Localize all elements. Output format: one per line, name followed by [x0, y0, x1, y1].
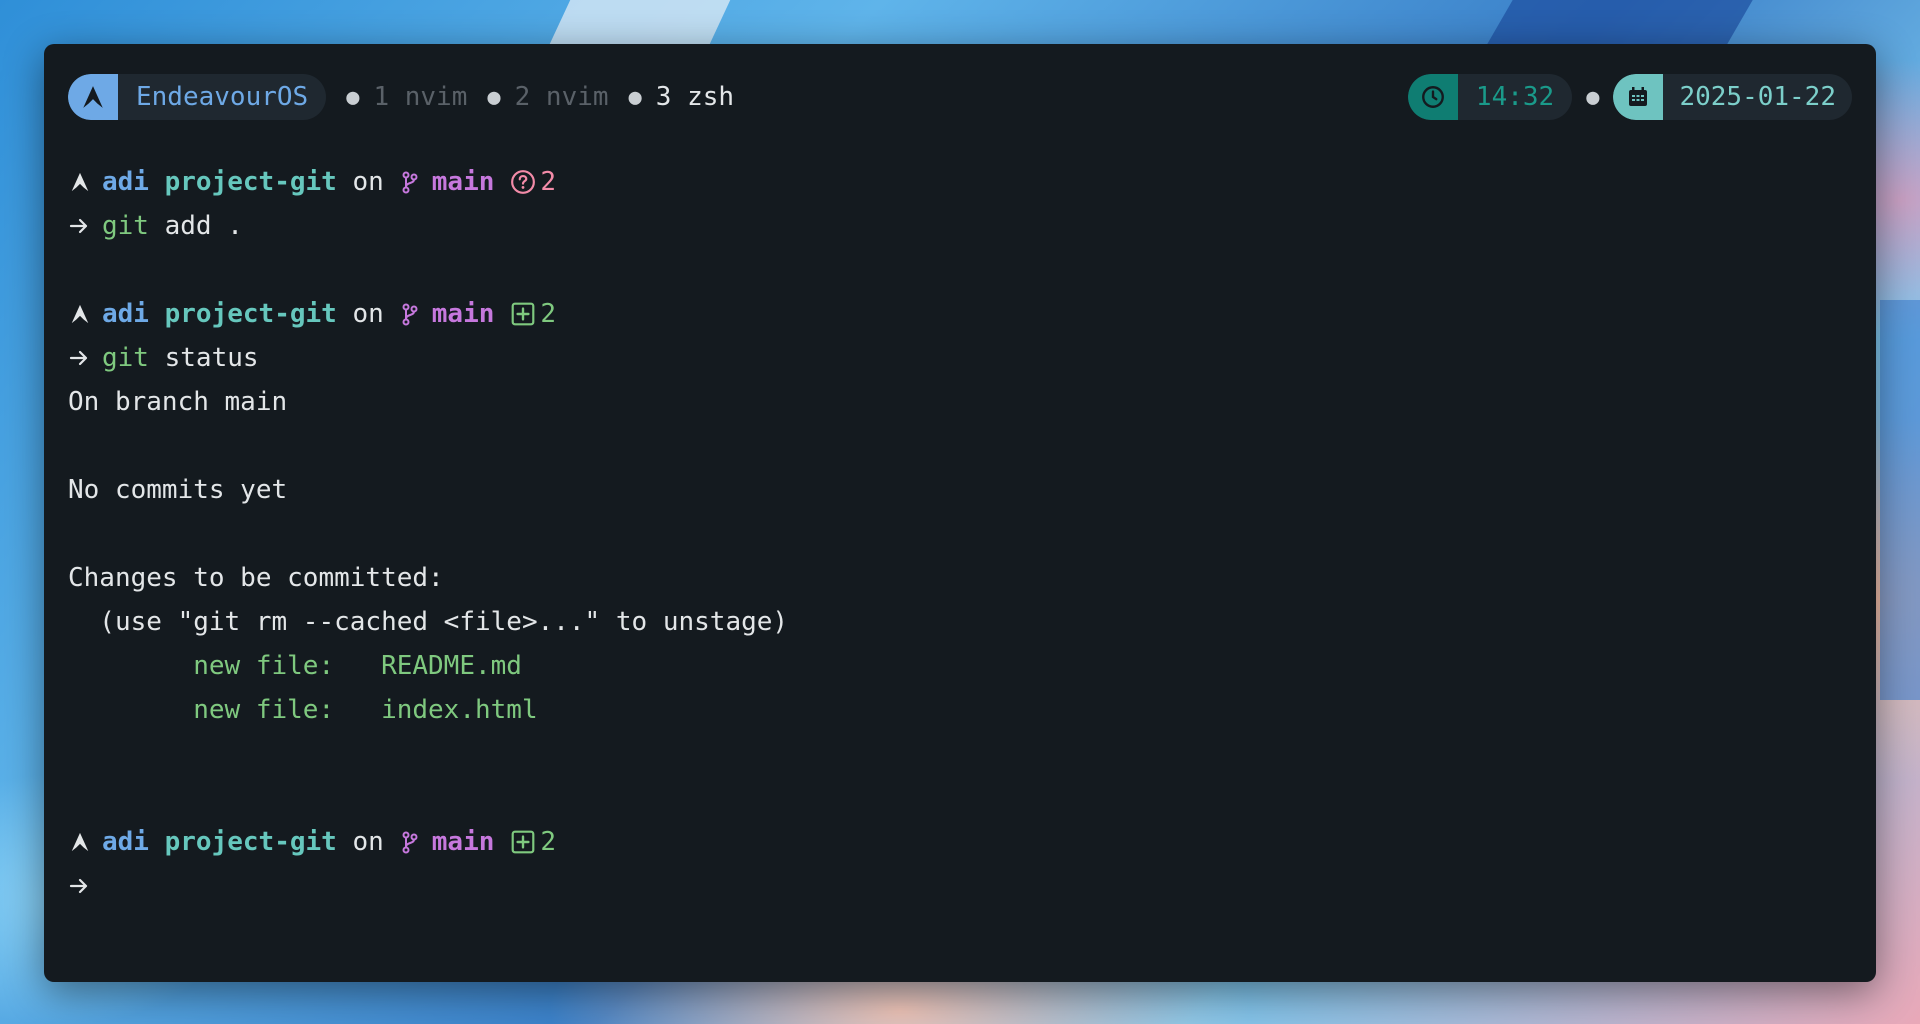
date-text: 2025-01-22	[1679, 82, 1836, 112]
arch-logo-icon	[68, 829, 92, 855]
output-line: On branch main	[68, 387, 288, 417]
command-input-line[interactable]	[68, 864, 1852, 908]
status-bar: EndeavourOS ● 1 nvim ● 2 nvim ● 3 zsh 14…	[68, 74, 1852, 120]
prompt-on: on	[352, 299, 384, 329]
command-name: git	[102, 211, 149, 241]
clock-widget[interactable]: 14:32	[1407, 74, 1573, 120]
prompt-line: adi project-git on main 2	[68, 160, 1852, 204]
workspace-3[interactable]: 3 zsh	[656, 82, 734, 112]
staged-count: 2	[540, 299, 557, 329]
command-name: git	[102, 343, 149, 373]
status-bar-left: EndeavourOS ● 1 nvim ● 2 nvim ● 3 zsh	[68, 74, 734, 120]
wallpaper-stripe	[1880, 300, 1920, 700]
arrow-right-icon	[68, 873, 90, 899]
prompt-user: adi	[102, 167, 149, 197]
prompt-line: adi project-git on main 2	[68, 820, 1852, 864]
plus-square-icon	[510, 829, 536, 855]
separator-dot: ●	[346, 84, 360, 110]
arch-logo-icon	[68, 74, 118, 120]
question-circle-icon	[510, 169, 536, 195]
git-branch-icon	[400, 301, 420, 327]
terminal-window[interactable]: EndeavourOS ● 1 nvim ● 2 nvim ● 3 zsh 14…	[44, 44, 1876, 982]
prompt-on: on	[352, 827, 384, 857]
arrow-right-icon	[68, 345, 90, 371]
command-line: git add .	[68, 204, 1852, 248]
prompt-branch: main	[431, 167, 495, 197]
separator-dot: ●	[487, 84, 501, 110]
calendar-icon	[1613, 74, 1664, 120]
separator-dot: ●	[1586, 84, 1600, 110]
wallpaper-stripe	[549, 0, 731, 44]
prompt-directory: project-git	[164, 827, 337, 857]
command-line: git status	[68, 336, 1852, 380]
date-widget[interactable]: 2025-01-22	[1613, 74, 1852, 120]
terminal-output[interactable]: adi project-git on main 2 git add . adi …	[68, 160, 1852, 908]
arch-logo-icon	[68, 169, 92, 195]
clock-icon	[1407, 74, 1458, 120]
output-line: Changes to be committed:	[68, 563, 444, 593]
os-name: EndeavourOS	[136, 82, 309, 112]
prompt-directory: project-git	[164, 299, 337, 329]
wallpaper-stripe	[1487, 0, 1753, 44]
staged-file-line: new file: README.md	[68, 651, 522, 681]
git-branch-icon	[400, 169, 420, 195]
untracked-count: 2	[540, 167, 557, 197]
output-line: No commits yet	[68, 475, 288, 505]
prompt-on: on	[352, 167, 384, 197]
command-args: status	[148, 343, 259, 373]
git-branch-icon	[400, 829, 420, 855]
prompt-user: adi	[102, 827, 149, 857]
workspace-1[interactable]: 1 nvim	[373, 82, 467, 112]
output-line: (use "git rm --cached <file>..." to unst…	[68, 607, 789, 637]
prompt-user: adi	[102, 299, 149, 329]
status-bar-right: 14:32 ● 2025-01-22	[1407, 74, 1852, 120]
plus-square-icon	[510, 301, 536, 327]
arch-logo-icon	[68, 301, 92, 327]
workspace-2[interactable]: 2 nvim	[515, 82, 609, 112]
clock-time: 14:32	[1475, 82, 1555, 112]
arrow-right-icon	[68, 213, 90, 239]
separator-dot: ●	[628, 84, 642, 110]
prompt-directory: project-git	[164, 167, 337, 197]
prompt-line: adi project-git on main 2	[68, 292, 1852, 336]
staged-count: 2	[540, 827, 557, 857]
command-args: add .	[148, 211, 243, 241]
prompt-branch: main	[431, 827, 495, 857]
os-badge[interactable]: EndeavourOS	[68, 74, 327, 120]
prompt-branch: main	[431, 299, 495, 329]
staged-file-line: new file: index.html	[68, 695, 538, 725]
